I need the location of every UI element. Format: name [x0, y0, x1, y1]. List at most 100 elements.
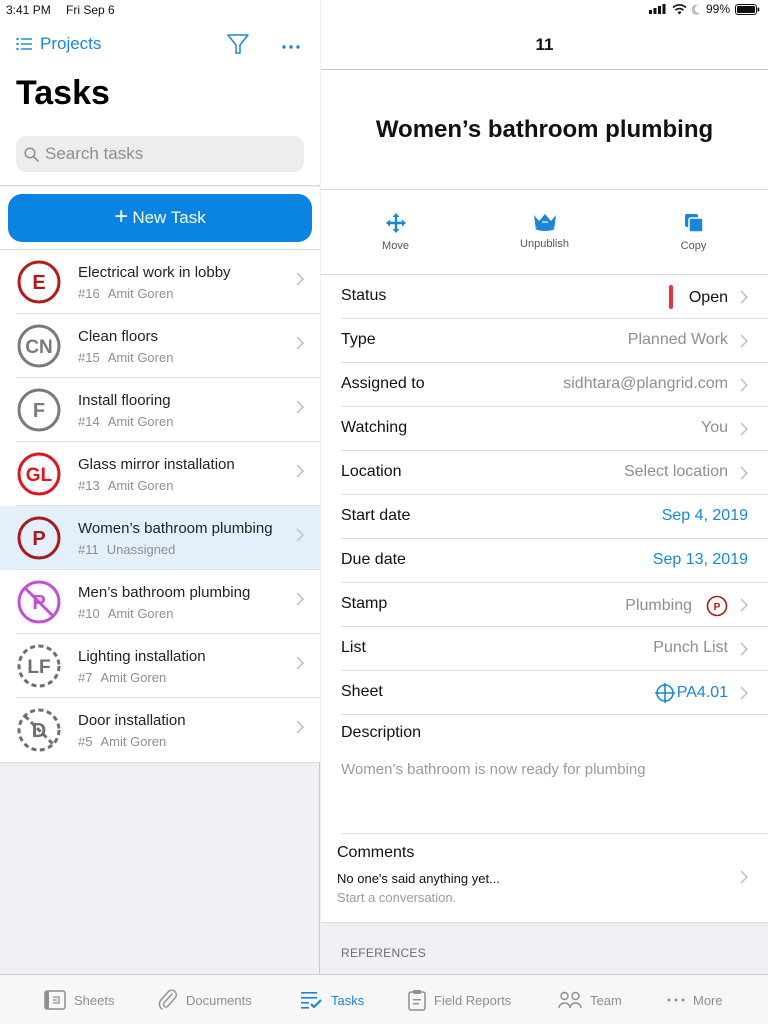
- task-assignee: Amit Goren: [107, 414, 174, 429]
- new-task-label: New Task: [132, 208, 206, 227]
- search-field[interactable]: [16, 136, 304, 172]
- svg-text:LF: LF: [27, 657, 50, 678]
- chevron-right-icon: [740, 686, 748, 700]
- field-stamp[interactable]: Stamp Plumbing P: [321, 583, 768, 627]
- status-date: Fri Sep 6: [66, 3, 115, 17]
- move-button[interactable]: Move: [321, 190, 470, 274]
- task-list-item[interactable]: CN Clean floors #15 Amit Goren: [0, 314, 320, 378]
- task-title: Glass mirror installation: [78, 456, 235, 473]
- comments-prompt: Start a conversation.: [337, 890, 457, 905]
- task-title: Door installation: [78, 712, 186, 729]
- comments-section[interactable]: Comments No one's said anything yet... S…: [321, 834, 768, 922]
- task-title: Men’s bathroom plumbing: [78, 584, 251, 601]
- task-list-item[interactable]: P Women’s bathroom plumbing #11 Unassigned: [0, 506, 320, 570]
- wifi-icon: [672, 3, 687, 14]
- chevron-right-icon: [296, 336, 304, 350]
- task-assignee: Amit Goren: [100, 670, 167, 685]
- task-assignee: Amit Goren: [107, 286, 174, 301]
- field-type[interactable]: Type Planned Work: [321, 319, 768, 363]
- task-list-item[interactable]: E Electrical work in lobby #16 Amit Goren: [0, 250, 320, 314]
- tab-more[interactable]: More: [667, 975, 723, 1024]
- task-list-item[interactable]: D Door installation #5 Amit Goren: [0, 698, 320, 762]
- field-due-date[interactable]: Due date Sep 13, 2019: [321, 539, 768, 583]
- chevron-right-icon: [740, 378, 748, 392]
- more-options-button[interactable]: [282, 34, 300, 55]
- field-watching[interactable]: Watching You: [321, 407, 768, 451]
- chevron-right-icon: [740, 334, 748, 348]
- field-value: Sep 4, 2019: [662, 507, 748, 525]
- tab-sheets[interactable]: Sheets: [44, 975, 114, 1024]
- battery-icon: [735, 3, 760, 15]
- chevron-right-icon: [740, 642, 748, 656]
- stamp-badge-icon: GL: [17, 452, 61, 496]
- tab-documents-label: Documents: [186, 992, 252, 1008]
- projects-button[interactable]: Projects: [16, 34, 101, 54]
- task-number: #7: [78, 670, 93, 685]
- filter-button[interactable]: [226, 32, 250, 61]
- field-label: Status: [341, 287, 387, 304]
- field-value-text: Punch List: [653, 639, 728, 656]
- field-value-text: Planned Work: [627, 331, 728, 348]
- field-label: Start date: [341, 507, 411, 524]
- description-section[interactable]: Description Women’s bathroom is now read…: [321, 715, 768, 834]
- stamp-badge-icon: E: [17, 260, 61, 304]
- task-number: #5: [78, 734, 93, 749]
- field-value: You: [701, 419, 728, 437]
- field-label: Watching: [341, 419, 408, 436]
- field-value: Plumbing P: [625, 595, 728, 617]
- field-value: Open: [668, 285, 728, 309]
- tab-tasks[interactable]: Tasks: [301, 975, 364, 1024]
- task-meta: #15 Amit Goren: [78, 350, 173, 365]
- svg-text:F: F: [33, 400, 45, 422]
- copy-icon: [684, 214, 704, 233]
- chevron-right-icon: [740, 870, 748, 884]
- field-label: List: [341, 639, 366, 656]
- field-value-text: Select location: [623, 463, 728, 480]
- field-label: Type: [341, 331, 376, 348]
- field-label: Assigned to: [341, 375, 425, 392]
- task-list-item[interactable]: F Install flooring #14 Amit Goren: [0, 378, 320, 442]
- comments-empty-text: No one's said anything yet...: [337, 871, 500, 886]
- task-list-item[interactable]: LF Lighting installation #7 Amit Goren: [0, 634, 320, 698]
- tab-team-label: Team: [590, 992, 622, 1008]
- projects-label: Projects: [40, 34, 102, 53]
- tab-field-reports[interactable]: Field Reports: [408, 975, 511, 1024]
- task-number: #10: [78, 606, 100, 621]
- search-input[interactable]: [45, 144, 285, 164]
- tab-more-label: More: [693, 992, 723, 1008]
- chevron-right-icon: [740, 422, 748, 436]
- comments-label: Comments: [337, 844, 415, 861]
- field-value-text: sidhtara@plangrid.com: [563, 375, 728, 392]
- task-number: #11: [78, 542, 99, 557]
- field-label: Sheet: [341, 683, 383, 700]
- field-location[interactable]: Location Select location: [321, 451, 768, 495]
- task-detail-pane: 11 Women’s bathroom plumbing Move Unpubl…: [321, 0, 768, 974]
- more-icon: [282, 45, 300, 49]
- field-status[interactable]: Status Open: [321, 275, 768, 319]
- description-label: Description: [341, 724, 422, 741]
- paperclip-icon: [158, 989, 178, 1010]
- svg-text:P: P: [32, 528, 45, 550]
- field-sheet[interactable]: Sheet PA4.01: [321, 671, 768, 715]
- field-value: PA4.01: [654, 683, 728, 703]
- new-task-button[interactable]: + New Task: [8, 194, 312, 242]
- field-start-date[interactable]: Start date Sep 4, 2019: [321, 495, 768, 539]
- chevron-right-icon: [740, 290, 748, 304]
- task-list-item[interactable]: P Men’s bathroom plumbing #10 Amit Goren: [0, 570, 320, 634]
- task-title: Install flooring: [78, 392, 171, 409]
- unpublish-button[interactable]: Unpublish: [470, 190, 619, 274]
- task-actions: Move Unpublish Copy: [321, 190, 768, 275]
- tab-documents[interactable]: Documents: [158, 975, 252, 1024]
- svg-text:GL: GL: [26, 465, 53, 486]
- chevron-right-icon: [740, 598, 748, 612]
- description-text[interactable]: Women’s bathroom is now ready for plumbi…: [341, 761, 646, 778]
- field-assigned-to[interactable]: Assigned to sidhtara@plangrid.com: [321, 363, 768, 407]
- task-list-item[interactable]: GL Glass mirror installation #13 Amit Goren: [0, 442, 320, 506]
- stamp-badge-icon: LF: [17, 644, 61, 688]
- clipboard-icon: [408, 990, 426, 1011]
- field-list[interactable]: List Punch List: [321, 627, 768, 671]
- sheets-icon: [44, 990, 66, 1010]
- field-value-text: PA4.01: [676, 684, 728, 701]
- tab-team[interactable]: Team: [558, 975, 622, 1024]
- copy-button[interactable]: Copy: [619, 190, 768, 274]
